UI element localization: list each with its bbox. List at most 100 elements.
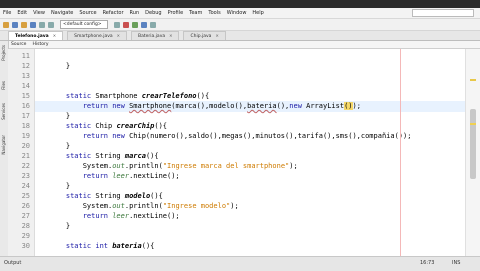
code-token: (){	[145, 152, 159, 160]
code-line: }	[49, 62, 70, 70]
code-token: (),	[276, 102, 290, 110]
code-line: return leer.nextLine();	[49, 212, 180, 220]
code-token: .nextLine();	[129, 212, 180, 220]
close-icon[interactable]: ✕	[117, 33, 120, 38]
save-all-icon[interactable]	[30, 21, 36, 28]
menu-source[interactable]: Source	[79, 10, 96, 16]
output-label[interactable]: Output	[4, 260, 21, 266]
code-line: static String marca(){	[49, 152, 159, 160]
scrollbar-thumb[interactable]	[470, 109, 476, 179]
clean-build-icon[interactable]	[123, 21, 129, 28]
debug-icon[interactable]	[141, 21, 147, 28]
run-icon[interactable]	[132, 21, 138, 28]
code-token: crearTelefono	[141, 92, 197, 100]
source-tab[interactable]: Source	[11, 42, 26, 47]
code-token: static	[49, 192, 96, 200]
close-icon[interactable]: ✕	[169, 33, 172, 38]
close-icon[interactable]: ✕	[215, 33, 218, 38]
line-number: 30	[21, 242, 30, 250]
code-token: static int	[49, 242, 113, 250]
undo-icon[interactable]	[39, 21, 45, 28]
menu-help[interactable]: Help	[252, 10, 263, 16]
new-project-icon[interactable]	[3, 21, 9, 28]
menu-profile[interactable]: Profile	[168, 10, 184, 16]
menu-file[interactable]: File	[3, 10, 11, 16]
matching-brace: ()	[344, 102, 353, 110]
menu-view[interactable]: View	[33, 10, 45, 16]
line-number: 24	[21, 182, 30, 190]
line-number: 12	[21, 62, 30, 70]
menu-team[interactable]: Team	[189, 10, 202, 16]
line-number: 23	[21, 172, 30, 180]
code-token: (){	[196, 92, 210, 100]
tab-telefono[interactable]: Telefono.java ✕	[8, 31, 64, 40]
code-token: bateria	[112, 242, 142, 250]
profile-icon[interactable]	[150, 21, 156, 28]
menu-window[interactable]: Window	[227, 10, 247, 16]
code-line: return new Chip(numero(),saldo(),megas()…	[49, 132, 412, 140]
line-number: 18	[21, 122, 30, 130]
line-number: 17	[21, 112, 30, 120]
code-token: Chip	[95, 122, 117, 130]
code-token: }	[49, 142, 71, 150]
sidebar-item-files[interactable]: Files	[1, 81, 7, 90]
code-token: "Ingrese marca del smartphone"	[162, 162, 290, 170]
line-number: 16	[21, 102, 30, 110]
new-file-icon[interactable]	[12, 21, 18, 28]
history-tab[interactable]: History	[32, 42, 48, 47]
caret-position: 16:73	[420, 260, 435, 266]
code-token: "Ingrese modelo"	[162, 202, 231, 210]
code-line: }	[49, 112, 70, 120]
search-input[interactable]	[412, 9, 474, 17]
code-line: return leer.nextLine();	[49, 172, 180, 180]
code-token: }	[49, 62, 71, 70]
code-token: marca	[124, 152, 146, 160]
code-token: (marca(),modelo(),	[171, 102, 248, 110]
code-line: }	[49, 182, 70, 190]
line-number: 29	[21, 232, 30, 240]
tab-smartphone[interactable]: Smartphone.java ✕	[67, 31, 128, 40]
close-icon[interactable]: ✕	[53, 33, 56, 38]
open-project-icon[interactable]	[21, 21, 27, 28]
line-number: 13	[21, 72, 30, 80]
code-line: }	[49, 222, 70, 230]
menu-edit[interactable]: Edit	[17, 10, 27, 16]
menu-refactor[interactable]: Refactor	[103, 10, 124, 16]
sidebar-item-services[interactable]: Services	[1, 103, 7, 120]
sidebar-item-navigator[interactable]: Navigator	[1, 135, 7, 155]
menu-tools[interactable]: Tools	[208, 10, 220, 16]
config-select[interactable]: <default config>	[60, 20, 108, 29]
code-line: System.out.println("Ingrese marca del sm…	[49, 162, 298, 170]
vertical-scrollbar[interactable]	[465, 49, 480, 256]
line-number: 25	[21, 192, 30, 200]
editor-tabs: Telefono.java ✕ Smartphone.java ✕ Bateria.…	[0, 31, 480, 41]
status-bar: Output 16:73 INS	[0, 256, 480, 271]
editor-subtabs: Source History	[8, 41, 480, 49]
code-token: String	[95, 192, 125, 200]
redo-icon[interactable]	[48, 21, 54, 28]
line-number: 11	[21, 52, 30, 60]
menu-debug[interactable]: Debug	[145, 10, 161, 16]
build-icon[interactable]	[114, 21, 120, 28]
line-number: 19	[21, 132, 30, 140]
code-token: static	[49, 122, 96, 130]
error-stripe-mark[interactable]	[470, 123, 476, 125]
error-stripe-mark[interactable]	[470, 79, 476, 81]
insert-mode: INS	[452, 260, 461, 266]
tab-bateria[interactable]: Bateria.java ✕	[131, 31, 180, 40]
code-token: leer	[112, 172, 130, 180]
code-token: Chip(numero(),saldo(),megas(),minutos(),…	[129, 132, 412, 140]
menu-navigate[interactable]: Navigate	[51, 10, 73, 16]
tab-chip[interactable]: Chip.java ✕	[183, 31, 226, 40]
code-token: }	[49, 182, 71, 190]
toolbar: <default config>	[0, 19, 480, 31]
code-token: modelo	[124, 192, 151, 200]
line-number: 14	[21, 82, 30, 90]
code-token: );	[230, 202, 239, 210]
code-line: return new Smartphone(marca(),modelo(),b…	[49, 102, 361, 110]
code-token: out	[112, 162, 125, 170]
menu-run[interactable]: Run	[130, 10, 140, 16]
line-number-gutter: 11 12 13 14 15 16 17 18 19 20 21 22 23 2…	[8, 49, 35, 256]
code-token: ArrayList	[306, 102, 345, 110]
sidebar-item-projects[interactable]: Projects	[1, 45, 7, 61]
